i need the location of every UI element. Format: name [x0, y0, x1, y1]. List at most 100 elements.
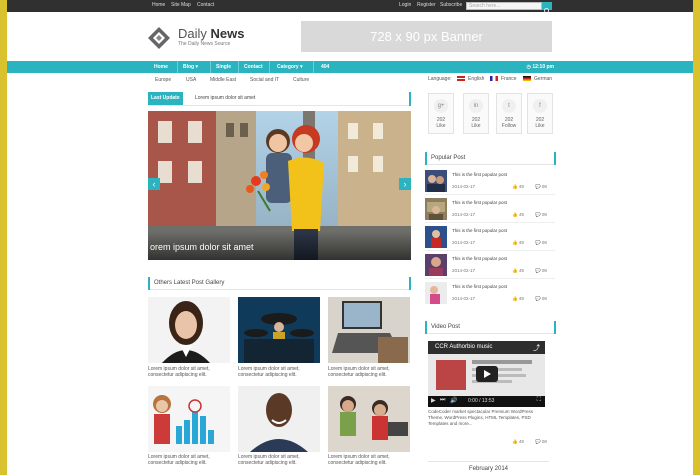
top-link-contact[interactable]: Contact	[197, 2, 214, 8]
slider-next-button[interactable]: ›	[399, 178, 411, 190]
social-twitter[interactable]: t 202 Follow	[496, 93, 522, 134]
video-thumbnail	[428, 354, 545, 396]
gallery-caption[interactable]: Lorem ipsum dolor sit amet, consectetur a…	[238, 366, 322, 378]
popular-post-likes: 👍 49	[512, 184, 524, 190]
caption-line: consectetur adipiscing elit.	[238, 460, 297, 466]
top-bar: Home Site Map Contact Login Register Sub…	[7, 0, 693, 15]
video-player[interactable]: CCR Authorbio music ⤴ ▶ ⏭ 🔊 0:00 / 13:53…	[428, 341, 545, 407]
subnav-europe[interactable]: Europe	[155, 77, 171, 83]
comment-icon: 💬	[535, 184, 541, 189]
nav-blog[interactable]: Blog ▾	[183, 61, 198, 73]
nav-404[interactable]: 404	[321, 61, 329, 73]
volume-icon[interactable]: 🔊	[450, 397, 457, 404]
page-frame: Home Site Map Contact Login Register Sub…	[7, 0, 693, 475]
likes-count: 49	[518, 296, 524, 301]
site-title-word1: Daily	[178, 26, 207, 41]
subnav-culture[interactable]: Culture	[293, 77, 309, 83]
nav-blog-label: Blog	[183, 64, 195, 70]
top-link-sitemap[interactable]: Site Map	[171, 2, 191, 8]
social-google[interactable]: g+ 202 Like	[428, 93, 454, 134]
gallery-thumbnail[interactable]	[148, 386, 230, 452]
gallery-caption[interactable]: Lorem ipsum dolor sit amet, consectetur a…	[238, 454, 322, 466]
popular-post-thumbnail	[425, 170, 447, 192]
comment-icon: 💬	[535, 296, 541, 301]
social-label: Like	[471, 123, 481, 129]
nav-separator	[313, 61, 314, 73]
top-link-home[interactable]: Home	[152, 2, 165, 8]
site-tagline: The Daily News Source	[178, 41, 231, 47]
gallery-caption[interactable]: Lorem ipsum dolor sit amet, consectetur a…	[148, 454, 232, 466]
logo-icon[interactable]	[147, 26, 171, 50]
popular-post-item[interactable]: This is the first popular post 2014-02-1…	[425, 252, 555, 279]
popular-post-item[interactable]: This is the first popular post 2014-02-1…	[425, 196, 555, 223]
likes-count: 49	[518, 439, 524, 444]
popular-post-item[interactable]: This is the first popular post 2014-02-1…	[425, 224, 555, 251]
featured-slider[interactable]	[148, 111, 411, 260]
site-title[interactable]: Daily News	[178, 26, 245, 41]
fullscreen-icon[interactable]: ⛶	[537, 397, 541, 404]
lang-france[interactable]: France	[490, 76, 517, 82]
slider-image	[148, 111, 411, 260]
chevron-down-icon: ▾	[300, 64, 303, 70]
nav-separator	[177, 61, 178, 73]
search-button[interactable]	[542, 2, 552, 15]
popular-post-item[interactable]: This is the first popular post 2014-02-1…	[425, 280, 555, 307]
comments-count: 08	[541, 439, 547, 444]
social-facebook[interactable]: f 202 Like	[527, 93, 553, 134]
gallery-caption[interactable]: Lorem ipsum dolor sit amet, consectetur a…	[148, 366, 232, 378]
ad-banner[interactable]: 728 x 90 px Banner	[301, 21, 552, 52]
calendar-month[interactable]: February 2014	[428, 461, 549, 475]
subnav-usa[interactable]: USA	[186, 77, 196, 83]
thumbs-up-icon: 👍	[512, 439, 518, 444]
accent-bar	[148, 277, 150, 290]
last-update-text[interactable]: Lorem ipsum dolor sit amet	[195, 92, 255, 105]
top-link-login[interactable]: Login	[399, 2, 411, 8]
nav-contact[interactable]: Contact	[244, 61, 263, 73]
thumbs-up-icon: 👍	[512, 240, 518, 245]
popular-post-title: This is the first popular post	[452, 256, 508, 261]
popular-post-title: This is the first popular post	[452, 228, 508, 233]
accent-bar	[425, 152, 427, 165]
gallery-thumbnail[interactable]	[328, 386, 410, 452]
slider-prev-button[interactable]: ‹	[148, 178, 160, 190]
slider-caption[interactable]: orem ipsum dolor sit amet	[148, 242, 411, 252]
share-icon[interactable]: ⤴	[533, 343, 540, 353]
accent-bar	[409, 277, 411, 290]
language-label: Language:	[428, 76, 452, 82]
gallery-caption[interactable]: Lorem ipsum dolor sit amet, consectetur a…	[328, 454, 412, 466]
nav-separator	[269, 61, 270, 73]
thumbs-up-icon: 👍	[512, 296, 518, 301]
video-likes: 👍 49	[512, 439, 524, 445]
caption-line: consectetur adipiscing elit.	[148, 372, 207, 378]
subnav-middle-east[interactable]: Middle East	[210, 77, 236, 83]
subnav-social-it[interactable]: Social and IT	[250, 77, 279, 83]
top-link-register[interactable]: Register	[417, 2, 436, 8]
caption-line: consectetur adipiscing elit.	[328, 460, 387, 466]
gallery-thumbnail[interactable]	[238, 297, 320, 363]
nav-single[interactable]: Single	[216, 61, 231, 73]
gallery-thumbnail[interactable]	[148, 297, 230, 363]
comment-icon: 💬	[535, 240, 541, 245]
nav-category[interactable]: Category ▾	[277, 61, 303, 73]
gallery-thumbnail[interactable]	[238, 386, 320, 452]
last-update-ticker: Last Update Lorem ipsum dolor sit amet	[148, 92, 411, 106]
popular-post-comments: 💬 08	[535, 296, 547, 302]
search-input[interactable]: Search here...	[466, 2, 542, 10]
lang-german[interactable]: German	[523, 76, 552, 82]
nav-home[interactable]: Home	[154, 61, 168, 73]
nav-separator	[238, 61, 239, 73]
gallery-thumbnail[interactable]	[328, 297, 410, 363]
nav-separator	[210, 61, 211, 73]
gallery-caption[interactable]: Lorem ipsum dolor sit amet, consectetur a…	[328, 366, 412, 378]
play-icon[interactable]: ▶	[431, 397, 436, 404]
comments-count: 08	[541, 212, 547, 217]
social-linkedin[interactable]: in 202 Like	[463, 93, 489, 134]
popular-post-thumbnail	[425, 226, 447, 248]
skip-icon[interactable]: ⏭	[440, 397, 445, 404]
popular-post-title: Popular Post	[431, 155, 466, 161]
popular-post-thumbnail	[425, 282, 447, 304]
top-link-subscribe[interactable]: Subscribe	[440, 2, 462, 8]
comments-count: 08	[541, 240, 547, 245]
popular-post-item[interactable]: This is the first popular post 2014-02-1…	[425, 168, 555, 195]
lang-english[interactable]: English	[457, 76, 484, 82]
